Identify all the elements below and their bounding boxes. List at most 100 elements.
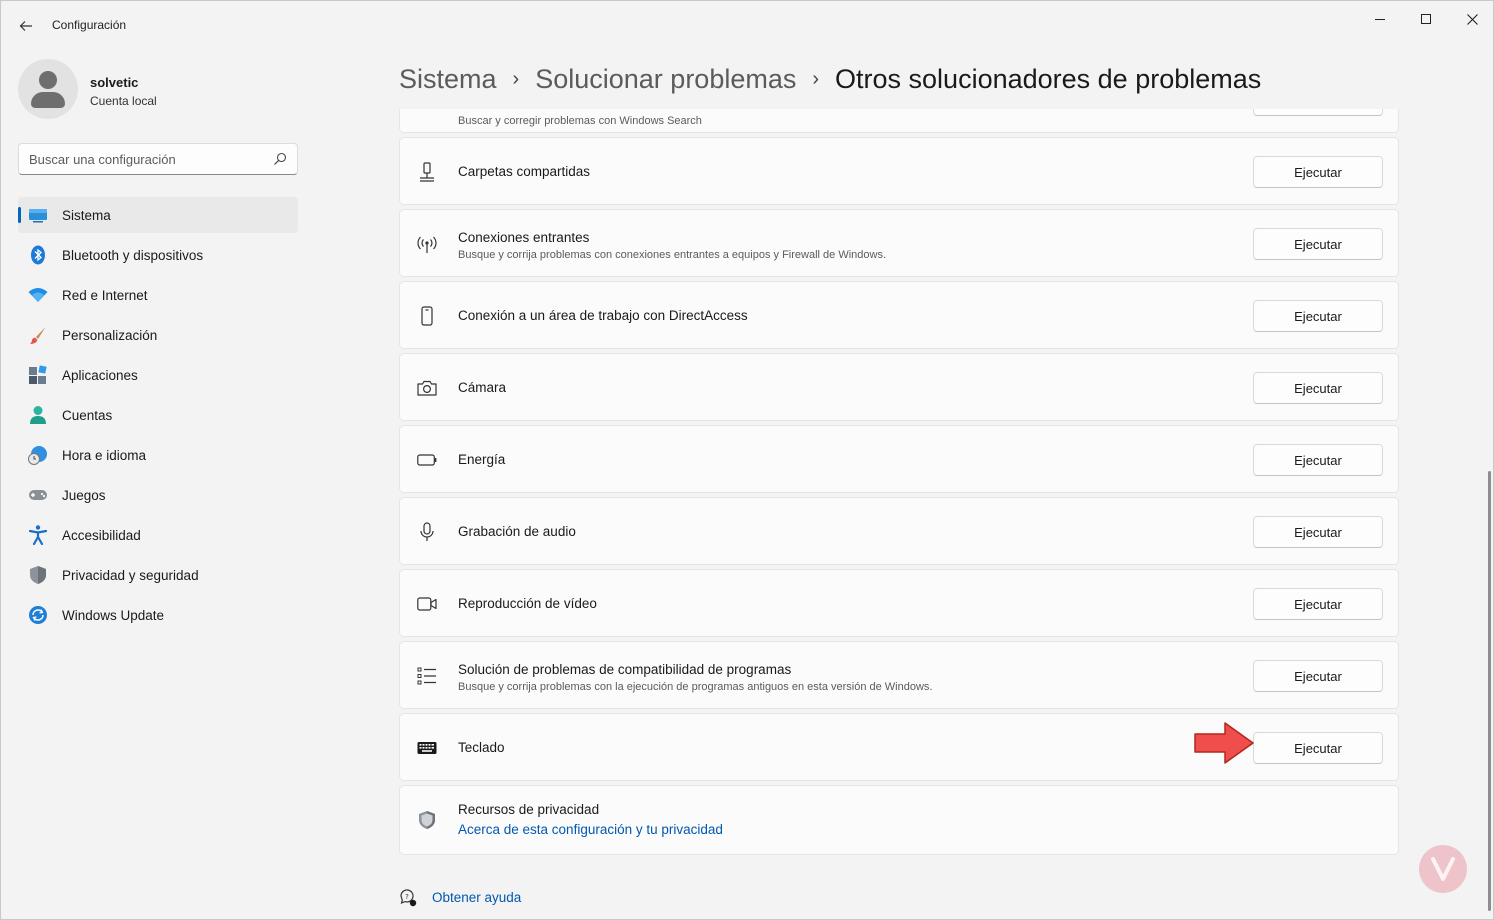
- back-button[interactable]: [13, 13, 39, 39]
- maximize-icon: [1421, 14, 1431, 24]
- sidebar-item-label: Personalización: [62, 328, 158, 343]
- card-title: Cámara: [458, 380, 507, 395]
- chevron-right-icon: ›: [512, 67, 520, 90]
- privacy-link[interactable]: Acerca de esta configuración y tu privac…: [458, 822, 723, 837]
- troubleshooter-card-search: Buscar y corregir problemas con Windows …: [399, 109, 1399, 133]
- red-arrow-annotation: [1194, 722, 1254, 764]
- search-icon[interactable]: [273, 152, 287, 166]
- minimize-button[interactable]: [1357, 7, 1403, 31]
- run-button[interactable]: Ejecutar: [1253, 156, 1383, 188]
- privacy-shield-icon: [419, 811, 435, 829]
- account-icon: [30, 406, 46, 424]
- sidebar-item-aplicaciones[interactable]: Aplicaciones: [18, 357, 298, 393]
- sidebar-item-personalizacion[interactable]: Personalización: [18, 317, 298, 353]
- card-title: Conexión a un área de trabajo con Direct…: [458, 308, 748, 323]
- breadcrumb: Sistema › Solucionar problemas › Otros s…: [399, 59, 1261, 99]
- broadcast-icon: [417, 236, 437, 253]
- app-title: Configuración: [52, 18, 127, 32]
- sidebar-item-accesibilidad[interactable]: Accesibilidad: [18, 517, 298, 553]
- run-button[interactable]: Ejecutar: [1253, 372, 1383, 404]
- list-icon: [417, 667, 436, 685]
- card-description: Busque y corrija problemas con conexione…: [458, 249, 886, 261]
- troubleshooter-card: Carpetas compartidas Ejecutar: [399, 137, 1399, 205]
- privacy-card: Recursos de privacidad Acerca de esta co…: [399, 785, 1399, 855]
- troubleshooter-card: Energía Ejecutar: [399, 425, 1399, 493]
- user-profile[interactable]: solvetic Cuenta local: [18, 59, 298, 119]
- run-button[interactable]: [1253, 109, 1383, 116]
- card-title: Solución de problemas de compatibilidad …: [458, 662, 792, 677]
- troubleshooter-card: Conexiones entrantes Busque y corrija pr…: [399, 209, 1399, 277]
- sidebar-item-label: Hora e idioma: [62, 448, 147, 463]
- sidebar-item-windows-update[interactable]: Windows Update: [18, 597, 298, 633]
- card-title: Teclado: [458, 740, 505, 755]
- sidebar-item-label: Sistema: [62, 208, 111, 223]
- search-box[interactable]: [18, 143, 298, 175]
- close-button[interactable]: [1449, 7, 1494, 31]
- help-link[interactable]: Obtener ayuda: [432, 890, 521, 905]
- maximize-button[interactable]: [1403, 7, 1449, 31]
- page-title: Otros solucionadores de problemas: [835, 63, 1262, 94]
- troubleshooter-card: Conexión a un área de trabajo con Direct…: [399, 281, 1399, 349]
- system-icon: [29, 209, 47, 223]
- breadcrumb-item-sistema[interactable]: Sistema: [399, 64, 497, 95]
- card-title: Conexiones entrantes: [458, 230, 590, 245]
- brush-icon: [30, 327, 46, 344]
- troubleshooter-card: Reproducción de vídeo Ejecutar: [399, 569, 1399, 637]
- card-title: Grabación de audio: [458, 524, 576, 539]
- troubleshooter-list: Buscar y corregir problemas con Windows …: [399, 109, 1399, 920]
- close-icon: [1466, 13, 1478, 25]
- sidebar-item-label: Bluetooth y dispositivos: [62, 248, 204, 263]
- sidebar-item-hora[interactable]: Hora e idioma: [18, 437, 298, 473]
- run-button[interactable]: Ejecutar: [1253, 516, 1383, 548]
- search-input[interactable]: [29, 150, 269, 168]
- settings-window: Configuración solvetic Cuenta local Sist…: [0, 0, 1494, 920]
- troubleshooter-card: Solución de problemas de compatibilidad …: [399, 641, 1399, 709]
- sidebar-item-sistema[interactable]: Sistema: [18, 197, 298, 233]
- update-icon: [29, 606, 47, 624]
- sidebar-item-label: Red e Internet: [62, 288, 148, 303]
- chevron-right-icon: ›: [812, 67, 820, 90]
- sidebar-item-red[interactable]: Red e Internet: [18, 277, 298, 313]
- sidebar-item-label: Juegos: [62, 488, 106, 503]
- sidebar-item-juegos[interactable]: Juegos: [18, 477, 298, 513]
- run-button[interactable]: Ejecutar: [1253, 660, 1383, 692]
- apps-icon: [29, 365, 47, 384]
- sidebar-item-label: Windows Update: [62, 608, 165, 623]
- gamepad-icon: [29, 490, 47, 500]
- card-title: Energía: [458, 452, 506, 467]
- help-chat-icon: ?: [400, 889, 417, 907]
- card-title: Carpetas compartidas: [458, 164, 591, 179]
- keyboard-icon: [417, 742, 437, 754]
- title-bar: Configuración: [1, 1, 1493, 49]
- card-description: Buscar y corregir problemas con Windows …: [458, 115, 702, 127]
- user-name: solvetic: [90, 75, 139, 90]
- video-icon: [417, 597, 437, 611]
- troubleshooter-card: Cámara Ejecutar: [399, 353, 1399, 421]
- sidebar-item-label: Privacidad y seguridad: [62, 568, 199, 583]
- battery-icon: [417, 454, 437, 466]
- sidebar-item-label: Cuentas: [62, 408, 113, 423]
- svg-text:?: ?: [405, 893, 409, 901]
- sidebar-item-privacidad[interactable]: Privacidad y seguridad: [18, 557, 298, 593]
- sidebar-item-bluetooth[interactable]: Bluetooth y dispositivos: [18, 237, 298, 273]
- run-button[interactable]: Ejecutar: [1253, 228, 1383, 260]
- account-type: Cuenta local: [90, 94, 157, 108]
- run-button[interactable]: Ejecutar: [1253, 444, 1383, 476]
- sidebar-item-cuentas[interactable]: Cuentas: [18, 397, 298, 433]
- sidebar-item-label: Accesibilidad: [62, 528, 141, 543]
- run-button[interactable]: Ejecutar: [1253, 588, 1383, 620]
- breadcrumb-item-solucionar[interactable]: Solucionar problemas: [535, 64, 796, 95]
- run-button[interactable]: Ejecutar: [1253, 732, 1383, 764]
- card-title: Reproducción de vídeo: [458, 596, 597, 611]
- sidebar-nav: Sistema Bluetooth y dispositivos Red e I…: [18, 197, 298, 637]
- watermark-logo: [1419, 845, 1467, 893]
- scrollbar-thumb[interactable]: [1488, 471, 1491, 911]
- troubleshooter-card: Grabación de audio Ejecutar: [399, 497, 1399, 565]
- wifi-icon: [28, 288, 48, 302]
- card-title: Recursos de privacidad: [458, 802, 600, 817]
- shield-icon: [30, 566, 46, 584]
- microphone-icon: [420, 522, 434, 541]
- bluetooth-icon: [31, 245, 45, 265]
- phone-device-icon: [421, 306, 433, 326]
- run-button[interactable]: Ejecutar: [1253, 300, 1383, 332]
